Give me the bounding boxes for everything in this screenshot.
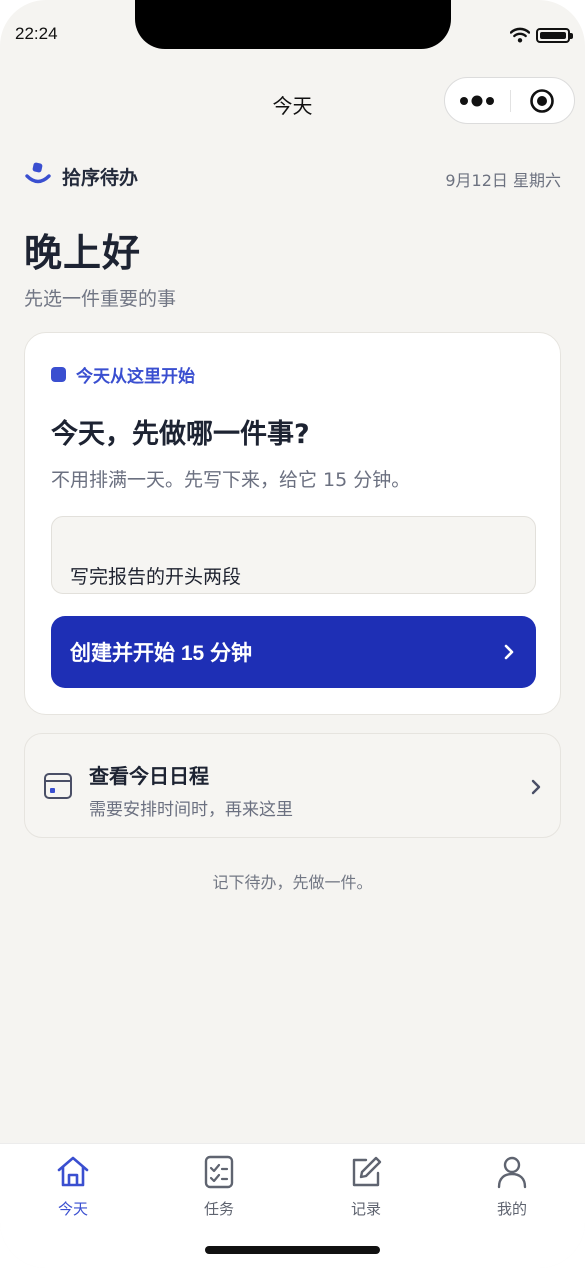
home-indicator (205, 1246, 380, 1254)
tab-label-tasks: 任务 (203, 1200, 234, 1218)
mini-program-capsule (444, 77, 575, 124)
tab-today[interactable]: 今天 (33, 1154, 113, 1219)
greeting-title: 晚上好 (24, 231, 142, 275)
hint-square-icon (51, 367, 66, 382)
calendar-icon (44, 773, 72, 799)
status-time: 22:24 (15, 24, 58, 43)
view-schedule-row[interactable]: 查看今日日程 需要安排时间时，再来这里 (24, 733, 561, 838)
battery-icon (536, 28, 573, 43)
person-icon (497, 1156, 527, 1189)
card-hint: 今天从这里开始 (51, 362, 195, 387)
footer-note: 记下待办，先做一件。 (212, 873, 373, 892)
tab-label-today: 今天 (57, 1200, 88, 1218)
date-label: 9月12日 星期六 (445, 171, 561, 190)
create-and-start-label: 创建并开始 15 分钟 (70, 642, 253, 665)
home-icon (57, 1156, 89, 1187)
greeting-subtitle: 先选一件重要的事 (24, 288, 177, 310)
chevron-right-icon (531, 779, 541, 795)
tab-me[interactable]: 我的 (472, 1154, 552, 1219)
tab-label-records: 记录 (350, 1200, 381, 1218)
chevron-right-icon (504, 644, 514, 660)
tab-tasks[interactable]: 任务 (179, 1154, 259, 1219)
brand-logo-icon (25, 162, 51, 184)
task-input[interactable] (51, 516, 536, 594)
close-target-icon[interactable] (529, 88, 555, 114)
tab-label-me: 我的 (496, 1200, 527, 1218)
card-description: 不用排满一天。先写下来，给它 15 分钟。 (51, 469, 411, 491)
device-notch (135, 0, 451, 49)
edit-icon (352, 1156, 382, 1187)
phone-screen: 22:24 今天 拾序待办 9月12日 星期六 晚上好 先选一件重要的事 今天从… (0, 0, 585, 1268)
schedule-subtitle: 需要安排时间时，再来这里 (89, 800, 293, 820)
create-and-start-button[interactable]: 创建并开始 15 分钟 (51, 616, 536, 688)
hint-text: 今天从这里开始 (76, 367, 195, 387)
wifi-icon (510, 27, 530, 43)
tab-records[interactable]: 记录 (326, 1154, 406, 1219)
schedule-title: 查看今日日程 (89, 764, 209, 788)
brand: 拾序待办 (24, 162, 138, 190)
brand-name: 拾序待办 (62, 166, 139, 189)
focus-card: 今天从这里开始 今天，先做哪一件事? 不用排满一天。先写下来，给它 15 分钟。… (24, 332, 561, 715)
card-title: 今天，先做哪一件事? (51, 419, 310, 450)
checklist-icon (204, 1155, 234, 1189)
capsule-divider (510, 90, 511, 112)
more-icon[interactable] (459, 92, 497, 110)
